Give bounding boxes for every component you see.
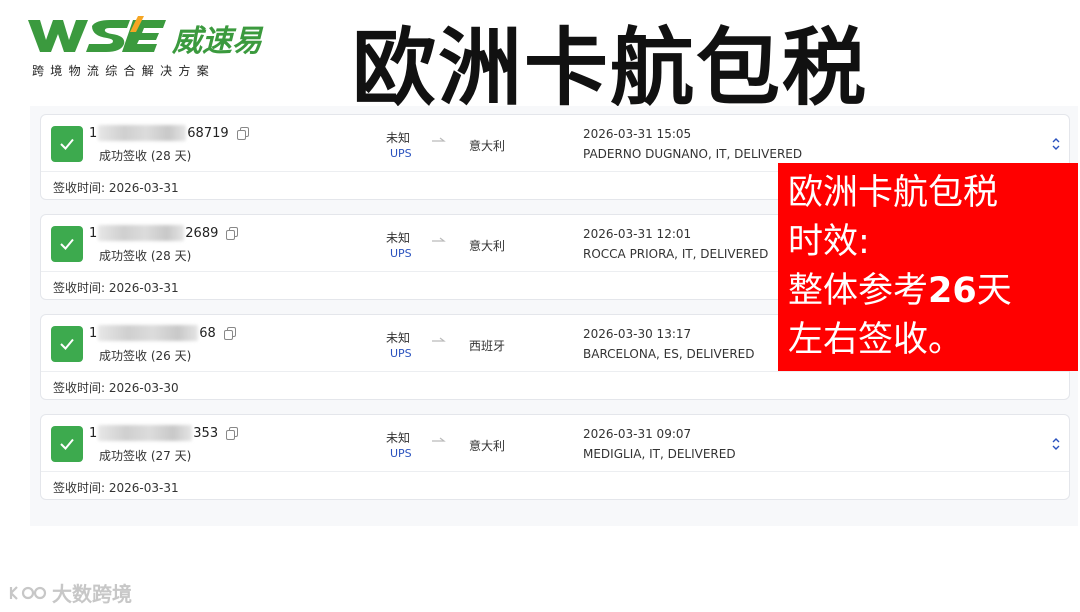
delivery-time-callout: 欧洲卡航包税 时效: 整体参考26天 左右签收。 — [778, 163, 1078, 371]
tracking-prefix: 1 — [89, 325, 98, 341]
copy-icon[interactable] — [226, 426, 239, 440]
watermark-logo-icon — [9, 585, 47, 600]
brand-tagline: 跨境物流综合解决方案 — [32, 64, 216, 78]
delivery-status: 成功签收 (26 天) — [99, 349, 192, 363]
carrier: UPS — [390, 347, 412, 360]
tracking-prefix: 1 — [89, 125, 98, 141]
arrow-right-icon — [432, 337, 446, 342]
check-icon — [51, 126, 83, 162]
tracking-suffix: 353 — [193, 425, 219, 441]
tracking-suffix: 68 — [199, 325, 216, 341]
carrier: UPS — [390, 147, 412, 160]
sign-date: 签收时间: 2026-03-31 — [53, 481, 179, 495]
latest-event-location: MEDIGLIA, IT, DELIVERED — [583, 447, 736, 461]
callout-duration-number: 26 — [928, 271, 977, 311]
arrow-right-icon — [432, 237, 446, 242]
tracking-number[interactable]: 1 68 — [89, 325, 236, 341]
callout-title: 欧洲卡航包税 — [788, 173, 999, 213]
delivery-status: 成功签收 (28 天) — [99, 149, 192, 163]
copy-icon[interactable] — [226, 226, 239, 240]
callout-duration-suffix: 天 — [976, 271, 1012, 311]
card-divider — [41, 471, 1069, 472]
origin: 未知 — [386, 231, 411, 245]
copy-icon[interactable] — [223, 326, 236, 340]
sign-date: 签收时间: 2026-03-30 — [53, 381, 179, 395]
check-icon — [51, 226, 83, 262]
callout-subtitle: 时效: — [788, 222, 870, 262]
latest-event-time: 2026-03-31 15:05 — [583, 127, 692, 141]
delivery-status: 成功签收 (28 天) — [99, 249, 192, 263]
tracking-redacted — [98, 125, 187, 141]
check-icon — [51, 426, 83, 462]
watermark-text: 大数跨境 — [52, 582, 132, 606]
tracking-number[interactable]: 1 353 — [89, 425, 239, 441]
destination: 意大利 — [469, 439, 506, 453]
expand-chevron-icon[interactable] — [1051, 137, 1061, 151]
destination: 西班牙 — [469, 339, 506, 353]
arrow-right-icon — [432, 137, 446, 142]
sign-date: 签收时间: 2026-03-31 — [53, 181, 179, 195]
origin: 未知 — [386, 131, 411, 145]
page-title: 欧洲卡航包税 — [352, 18, 869, 117]
latest-event-location: ROCCA PRIORA, IT, DELIVERED — [583, 247, 769, 261]
check-icon — [51, 326, 83, 362]
tracking-redacted — [98, 425, 193, 441]
tracking-prefix: 1 — [89, 225, 98, 241]
expand-chevron-icon[interactable] — [1051, 437, 1061, 451]
tracking-prefix: 1 — [89, 425, 98, 441]
copy-icon[interactable] — [236, 126, 249, 140]
delivery-status: 成功签收 (27 天) — [99, 449, 192, 463]
tracking-suffix: 2689 — [185, 225, 219, 241]
latest-event-time: 2026-03-31 09:07 — [583, 427, 692, 441]
tracking-suffix: 68719 — [187, 125, 229, 141]
destination: 意大利 — [469, 239, 506, 253]
brand-logo: 威速易 跨境物流综合解决方案 — [26, 14, 276, 78]
origin: 未知 — [386, 331, 411, 345]
latest-event-location: BARCELONA, ES, DELIVERED — [583, 347, 755, 361]
arrow-right-icon — [432, 437, 446, 442]
tracking-number[interactable]: 1 2689 — [89, 225, 239, 241]
callout-duration: 整体参考26天 — [788, 267, 1068, 316]
latest-event-time: 2026-03-31 12:01 — [583, 227, 692, 241]
watermark: 大数跨境 — [8, 578, 132, 607]
carrier: UPS — [390, 447, 412, 460]
sign-date: 签收时间: 2026-03-31 — [53, 281, 179, 295]
latest-event-time: 2026-03-30 13:17 — [583, 327, 692, 341]
shipment-card[interactable]: 1 353 成功签收 (27 天) 未知 UPS 意大利 2026-03-31 … — [40, 414, 1070, 500]
tracking-number[interactable]: 1 68719 — [89, 125, 249, 141]
latest-event-location: PADERNO DUGNANO, IT, DELIVERED — [583, 147, 803, 161]
destination: 意大利 — [469, 139, 506, 153]
card-divider — [41, 371, 1069, 372]
callout-footer: 左右签收。 — [788, 320, 964, 360]
tracking-redacted — [98, 225, 185, 241]
tracking-redacted — [98, 325, 199, 341]
carrier: UPS — [390, 247, 412, 260]
origin: 未知 — [386, 431, 411, 445]
brand-logo-name: 威速易 — [172, 24, 262, 59]
callout-duration-prefix: 整体参考 — [788, 271, 929, 311]
